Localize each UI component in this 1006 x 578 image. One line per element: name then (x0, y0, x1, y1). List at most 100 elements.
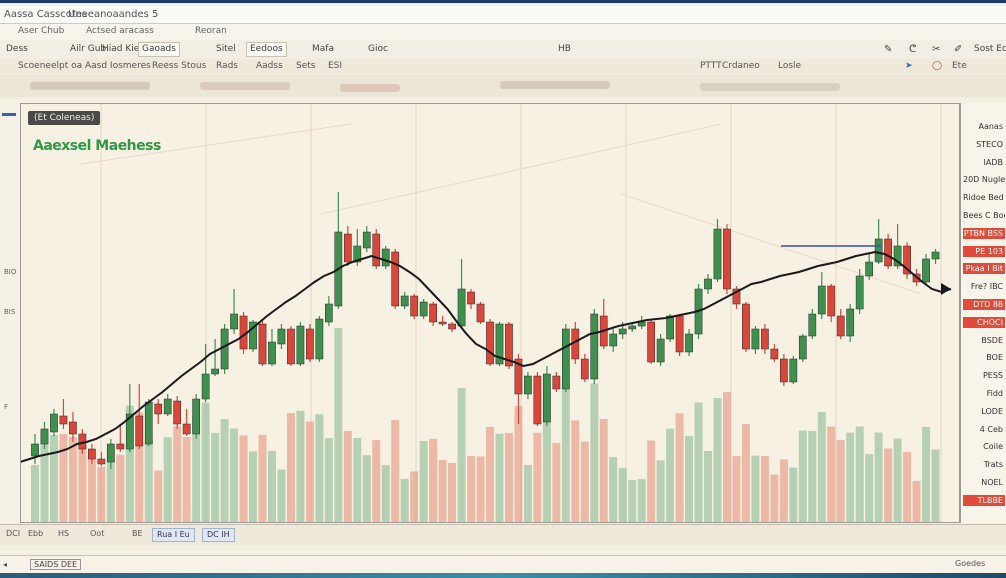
candle-body[interactable] (780, 358, 788, 383)
ruler-icon[interactable] (2, 113, 16, 116)
candle-body[interactable] (666, 315, 674, 340)
candle-body[interactable] (846, 308, 855, 337)
candle-body[interactable] (69, 421, 77, 435)
price-panel-row[interactable]: 20D Nugle (963, 174, 1005, 185)
candle-body[interactable] (656, 338, 665, 363)
draw-icon[interactable]: ✐ (950, 42, 966, 57)
candle-body[interactable] (761, 328, 769, 350)
candle-body[interactable] (277, 328, 286, 345)
candle-body[interactable] (675, 315, 684, 353)
candle-body[interactable] (362, 231, 371, 249)
candle-body[interactable] (31, 443, 39, 457)
tab-1[interactable]: Aasd Iosmeres (85, 61, 151, 71)
price-panel-row[interactable]: Pkaa I Bit (963, 263, 1005, 275)
candle-body[interactable] (836, 315, 845, 337)
candle-body[interactable] (770, 348, 779, 360)
candle-body[interactable] (561, 328, 570, 390)
candle-body[interactable] (192, 398, 200, 435)
candle-body[interactable] (144, 401, 153, 445)
candle-body[interactable] (533, 375, 542, 425)
toolbar-right-label[interactable]: Sost Ede (970, 42, 1006, 57)
price-panel-row[interactable]: Fidd (963, 388, 1005, 399)
candle-body[interactable] (590, 313, 599, 380)
candle-body[interactable] (855, 275, 864, 310)
toolbar-item-8[interactable]: Gioc (364, 42, 392, 57)
candle-body[interactable] (419, 301, 428, 317)
tab-6[interactable]: ESI (328, 61, 342, 71)
candle-body[interactable] (201, 373, 210, 400)
candle-body[interactable] (88, 448, 96, 460)
price-panel-row[interactable]: Fre? IBC (963, 281, 1005, 292)
candle-body[interactable] (438, 321, 447, 325)
tab-3[interactable]: Rads (216, 61, 238, 71)
bottom-item-0[interactable]: Ebb (28, 529, 43, 538)
candle-body[interactable] (628, 325, 637, 330)
candle-body[interactable] (135, 415, 144, 447)
candle-body[interactable] (808, 313, 817, 337)
footer-right[interactable]: Goedes (955, 559, 985, 568)
toolbar-item-4[interactable]: Gaoads (138, 42, 180, 57)
candle-body[interactable] (429, 303, 437, 323)
candle-body[interactable] (230, 313, 238, 330)
price-panel-row[interactable]: BOE (963, 352, 1005, 363)
candle-body[interactable] (865, 261, 874, 277)
candle-body[interactable] (580, 358, 589, 380)
candle-body[interactable] (325, 303, 333, 323)
candle-body[interactable] (618, 328, 627, 335)
candle-body[interactable] (296, 325, 305, 365)
bottom-item-2[interactable]: Oot (90, 529, 104, 538)
candle-body[interactable] (647, 321, 655, 363)
tab-right-extra[interactable]: Losle (778, 61, 801, 71)
candle-body[interactable] (486, 321, 494, 365)
candle-body[interactable] (751, 328, 760, 350)
menu-item-2[interactable]: Reoran (195, 26, 227, 36)
candle-body[interactable] (798, 335, 807, 360)
candle-body[interactable] (50, 413, 58, 433)
candle-body[interactable] (154, 403, 163, 415)
price-panel-row[interactable]: TLBBE (963, 494, 1005, 506)
menu-item-0[interactable]: Aser Chub (18, 26, 64, 36)
candle-body[interactable] (268, 341, 276, 365)
price-panel-row[interactable]: Aanas (963, 121, 1005, 132)
bottom-item-3[interactable]: BE (132, 529, 143, 538)
price-panel-row[interactable]: Coile (963, 441, 1005, 452)
candle-body[interactable] (457, 288, 466, 327)
menu-item-1[interactable]: Actsed aracass (86, 26, 154, 36)
candle-body[interactable] (372, 233, 381, 267)
price-panel-row[interactable]: PESS (963, 370, 1005, 381)
candle-body[interactable] (467, 291, 475, 305)
footer-arrow-icon[interactable]: ◂ (3, 560, 7, 569)
pen-icon[interactable]: ✎ (880, 42, 896, 57)
candle-body[interactable] (59, 415, 68, 425)
price-panel-row[interactable]: IADB (963, 157, 1005, 168)
tab-right[interactable]: Crdaneo (722, 61, 760, 71)
toolbar-item-9[interactable]: HB (554, 42, 575, 57)
tab-2[interactable]: Reess Stous (152, 61, 206, 71)
candle-body[interactable] (931, 251, 940, 260)
candle-body[interactable] (789, 358, 798, 383)
price-panel-row[interactable]: BSDE (963, 335, 1005, 346)
candle-body[interactable] (116, 443, 125, 450)
candle-body[interactable] (884, 238, 892, 267)
tab-0[interactable]: Scoeneelpt oa (18, 61, 82, 71)
price-panel-row[interactable]: PTBN BSS (963, 227, 1005, 239)
candle-body[interactable] (258, 323, 267, 365)
candle-body[interactable] (40, 428, 49, 445)
cursor-icon[interactable]: ➤ (905, 61, 913, 71)
tab-pttt[interactable]: PTTT (700, 61, 722, 71)
candle-body[interactable] (723, 228, 731, 290)
toolbar-item-0[interactable]: Dess (2, 42, 32, 57)
candle-body[interactable] (524, 375, 532, 395)
candle-body[interactable] (400, 295, 409, 307)
candle-body[interactable] (306, 328, 314, 360)
bottom-tab-2[interactable]: DC IH (202, 528, 235, 542)
candle-body[interactable] (343, 233, 352, 263)
candle-body[interactable] (704, 278, 712, 290)
toolbar-item-7[interactable]: Mafa (308, 42, 338, 57)
price-panel-row[interactable]: 4 Ceb (963, 424, 1005, 435)
bottom-tab-1[interactable]: Rua I Eu (152, 528, 195, 542)
toolbar-item-6[interactable]: Eedoos (246, 42, 287, 57)
candle-body[interactable] (448, 323, 456, 330)
candle-body[interactable] (163, 398, 172, 415)
price-panel-row[interactable]: Trats (963, 459, 1005, 470)
